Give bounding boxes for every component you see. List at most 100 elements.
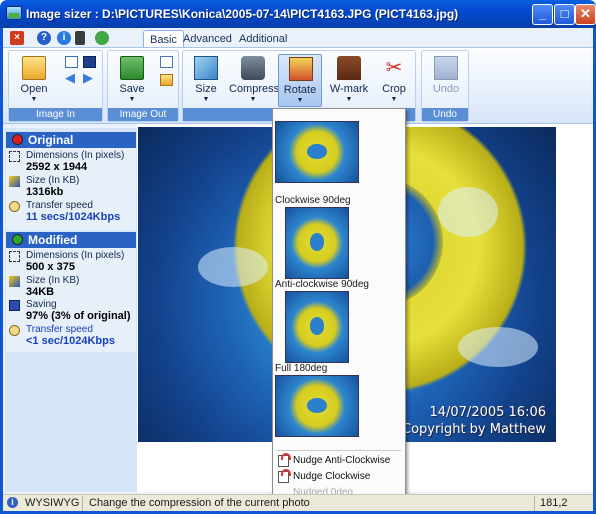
original-header-label: Original bbox=[28, 133, 74, 147]
arrow-left-icon[interactable]: ◀ bbox=[65, 71, 78, 85]
rotate-preview-full-180[interactable] bbox=[275, 375, 359, 437]
rotate-preview-clockwise-90[interactable] bbox=[285, 207, 349, 279]
close-icon[interactable]: × bbox=[10, 31, 24, 45]
nudge-anticlockwise-item[interactable]: Nudge Anti-Clockwise bbox=[275, 453, 403, 469]
nudge-clockwise-label: Nudge Clockwise bbox=[293, 471, 371, 482]
menu-separator bbox=[277, 450, 401, 451]
original-transfer: Transfer speed 11 secs/1024Kbps bbox=[6, 200, 136, 224]
undo-icon bbox=[434, 56, 458, 80]
photo-copyright: Copyright by Matthew bbox=[402, 422, 546, 437]
water-splash bbox=[458, 327, 538, 367]
nudge-anticlockwise-label: Nudge Anti-Clockwise bbox=[293, 455, 391, 466]
save-button[interactable]: Save ▼ bbox=[110, 54, 154, 107]
original-header: Original bbox=[6, 132, 136, 148]
chevron-down-icon: ▼ bbox=[296, 97, 304, 104]
modified-header: Modified bbox=[6, 232, 136, 248]
undo-button-label: Undo bbox=[432, 83, 460, 95]
close-window-button[interactable]: ✕ bbox=[575, 4, 596, 25]
clock-icon bbox=[9, 325, 20, 336]
rotate-button[interactable]: Rotate ▼ bbox=[278, 54, 322, 107]
original-dimensions-label: Dimensions (In pixels) bbox=[26, 150, 125, 161]
water-splash bbox=[198, 247, 268, 287]
size-cube-icon bbox=[9, 276, 20, 287]
stamp-icon bbox=[337, 56, 361, 80]
nudge-clockwise-icon bbox=[278, 469, 291, 483]
window-title: Image sizer : D:\PICTURES\Konica\2005-07… bbox=[26, 7, 459, 21]
modified-dimensions: Dimensions (In pixels) 500 x 375 bbox=[6, 250, 136, 274]
compress-clamp-icon bbox=[241, 56, 265, 80]
chevron-down-icon: ▼ bbox=[128, 96, 136, 103]
info-side-panel: Original Dimensions (In pixels) 2592 x 1… bbox=[5, 128, 137, 492]
rotate-option-anticlockwise-90[interactable]: Anti-clockwise 90deg bbox=[275, 279, 369, 290]
watermark-label: W-mark bbox=[329, 83, 369, 95]
water-splash bbox=[438, 187, 498, 237]
green-dot-icon bbox=[12, 234, 23, 245]
camera-icon[interactable] bbox=[75, 31, 85, 45]
group-label-image-in: Image In bbox=[9, 108, 102, 121]
modified-transfer-label: Transfer speed bbox=[26, 324, 93, 335]
rotate-option-clockwise-90[interactable]: Clockwise 90deg bbox=[275, 195, 351, 206]
resize-image-icon bbox=[194, 56, 218, 80]
modified-saving-label: Saving bbox=[26, 299, 57, 310]
rotate-option-full-180[interactable]: Full 180deg bbox=[275, 363, 327, 374]
open-button[interactable]: Open ▼ bbox=[12, 54, 56, 107]
title-bar: Image sizer : D:\PICTURES\Konica\2005-07… bbox=[0, 0, 596, 28]
folder-open-icon bbox=[22, 56, 46, 80]
compress-button[interactable]: Compress ▼ bbox=[229, 54, 280, 107]
red-dot-icon bbox=[12, 134, 23, 145]
info-icon[interactable]: i bbox=[57, 31, 71, 45]
clock-icon bbox=[9, 201, 20, 212]
export-folder-icon[interactable] bbox=[160, 74, 173, 86]
modified-size: Size (In KB) 34KB bbox=[6, 275, 136, 299]
group-image-in: Open ▼ ◀ ▶ Image In bbox=[8, 50, 103, 122]
nudge-clockwise-item[interactable]: Nudge Clockwise bbox=[275, 469, 403, 485]
arrow-right-icon[interactable]: ▶ bbox=[83, 71, 96, 85]
globe-icon[interactable] bbox=[95, 31, 109, 45]
rotate-preview-anticlockwise-90[interactable] bbox=[285, 291, 349, 363]
nudge-anticlockwise-icon bbox=[278, 453, 291, 467]
rotate-image-icon bbox=[289, 57, 313, 81]
maximize-button[interactable]: □ bbox=[554, 4, 575, 25]
original-section: Dimensions (In pixels) 2592 x 1944 Size … bbox=[6, 148, 136, 230]
rotate-preview-current bbox=[275, 121, 359, 183]
modified-size-value: 34KB bbox=[26, 286, 55, 298]
crop-button[interactable]: ✂ Crop ▼ bbox=[372, 54, 416, 107]
group-undo: Undo Undo bbox=[421, 50, 469, 122]
dimensions-icon bbox=[9, 151, 20, 162]
email-icon[interactable] bbox=[160, 56, 173, 68]
chevron-down-icon: ▼ bbox=[390, 96, 398, 103]
save-label: Save bbox=[119, 83, 145, 95]
copy-icon[interactable] bbox=[65, 56, 78, 68]
resize-icon[interactable] bbox=[83, 56, 96, 68]
save-disk-icon bbox=[120, 56, 144, 80]
modified-saving-value: 97% (3% of original) bbox=[26, 310, 131, 322]
rotate-menu: Clockwise 90deg Anti-clockwise 90deg Ful… bbox=[272, 108, 406, 501]
modified-dimensions-label: Dimensions (In pixels) bbox=[26, 250, 125, 261]
size-button[interactable]: Size ▼ bbox=[184, 54, 228, 107]
minimize-button[interactable]: _ bbox=[532, 4, 553, 25]
open-label: Open bbox=[20, 83, 48, 95]
chevron-down-icon: ▼ bbox=[202, 96, 210, 103]
group-image-out: Save ▼ Image Out bbox=[107, 50, 179, 122]
original-size: Size (In KB) 1316kb bbox=[6, 175, 136, 199]
status-mode: WYSIWYG bbox=[21, 496, 83, 511]
compress-label: Compress bbox=[229, 83, 280, 95]
watermark-button[interactable]: W-mark ▼ bbox=[326, 54, 372, 107]
chevron-down-icon: ▼ bbox=[249, 96, 257, 103]
original-dimensions-value: 2592 x 1944 bbox=[26, 161, 88, 173]
help-icon[interactable]: ? bbox=[37, 31, 51, 45]
undo-button[interactable]: Undo bbox=[424, 54, 468, 107]
modified-saving: Saving 97% (3% of original) bbox=[6, 299, 136, 323]
group-label-image-out: Image Out bbox=[108, 108, 178, 121]
chevron-down-icon: ▼ bbox=[30, 96, 38, 103]
saving-icon bbox=[9, 300, 20, 311]
crop-label: Crop bbox=[382, 83, 406, 95]
ribbon-header: × ? i Basic Advanced Additional bbox=[3, 28, 593, 49]
status-message: Change the compression of the current ph… bbox=[85, 496, 535, 511]
original-dimensions: Dimensions (In pixels) 2592 x 1944 bbox=[6, 150, 136, 174]
status-bar: i WYSIWYG Change the compression of the … bbox=[3, 494, 593, 511]
status-coords: 181,2 bbox=[540, 497, 568, 509]
size-label: Size bbox=[195, 83, 217, 95]
modified-transfer-value: <1 sec/1024Kbps bbox=[26, 335, 115, 347]
original-size-label: Size (In KB) bbox=[26, 175, 80, 186]
